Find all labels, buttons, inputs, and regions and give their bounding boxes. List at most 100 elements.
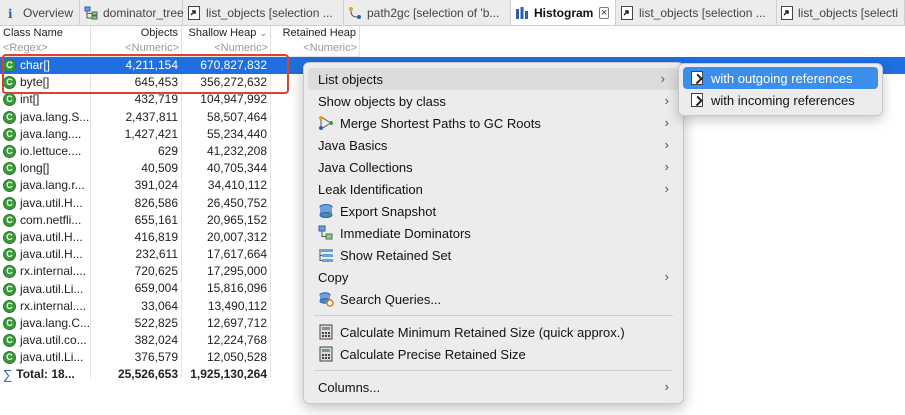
shallow-heap-cell: 20,007,312: [206, 229, 267, 244]
menu-item-label: Java Collections: [318, 159, 413, 175]
chevron-right-icon: ›: [664, 181, 669, 196]
menu-item-label: Leak Identification: [318, 181, 423, 197]
class-icon: C: [3, 351, 16, 365]
menu-item-label: Show Retained Set: [340, 247, 452, 263]
calculator-icon: [318, 346, 334, 362]
list-icon: [620, 6, 634, 20]
outgoing-references-icon: [691, 71, 703, 85]
menu-item-merge-shortest-paths[interactable]: Merge Shortest Paths to GC Roots ›: [304, 112, 683, 134]
class-name-cell: Clong[]: [0, 160, 91, 177]
class-icon: C: [3, 110, 16, 124]
class-icon: C: [3, 179, 16, 193]
tab-label: list_objects [selecti: [798, 6, 899, 20]
menu-item-leak-identification[interactable]: Leak Identification ›: [304, 178, 683, 200]
menu-item-label: Calculate Minimum Retained Size (quick a…: [340, 324, 625, 340]
class-name: java.util.H...: [20, 247, 83, 262]
column-header-shallow-heap[interactable]: Shallow Heap ⌄: [182, 26, 271, 40]
tab-label: list_objects [selection ...: [206, 6, 333, 20]
shallow-heap-cell: 13,490,112: [207, 298, 267, 313]
list-icon: [187, 6, 201, 20]
objects-cell: 391,024: [134, 178, 178, 193]
class-name-cell: Cjava.lang.S...: [0, 109, 91, 126]
path-icon: [348, 6, 362, 20]
shallow-heap-cell: 55,234,440: [206, 126, 267, 141]
menu-item-label: Columns...: [318, 379, 381, 395]
shallow-heap-cell: 12,224,768: [206, 333, 267, 347]
tab-label: list_objects [selection ...: [639, 6, 766, 20]
menu-item-list-objects[interactable]: List objects ›: [308, 68, 679, 90]
tab-list-objects-2[interactable]: list_objects [selection ...: [616, 0, 777, 25]
total-objects-cell: 25,526,653: [117, 367, 178, 382]
menu-item-show-retained-set[interactable]: Show Retained Set: [304, 244, 683, 266]
submenu-item-outgoing-references[interactable]: with outgoing references: [683, 67, 878, 89]
column-header-class-name[interactable]: Class Name: [0, 26, 91, 40]
shallow-heap-cell: 17,617,664: [206, 247, 267, 262]
shallow-heap-cell: 41,232,208: [206, 143, 267, 158]
sort-desc-icon: ⌄: [259, 28, 267, 38]
class-name: rx.internal....: [20, 298, 87, 313]
class-name: java.util.H...: [20, 229, 83, 244]
tab-label: path2gc [selection of 'b...: [367, 6, 500, 20]
objects-cell: 40,509: [141, 161, 178, 176]
tab-dominator-tree[interactable]: dominator_tree: [80, 0, 184, 25]
menu-item-label: Java Basics: [318, 137, 388, 153]
shallow-heap-cell: 58,507,464: [206, 109, 267, 124]
submenu-item-incoming-references[interactable]: with incoming references: [683, 89, 878, 111]
highlight-box: [2, 54, 289, 94]
chevron-right-icon: ›: [664, 269, 669, 284]
class-name: java.lang....: [20, 126, 82, 141]
submenu-item-label: with incoming references: [711, 92, 855, 108]
menu-item-copy[interactable]: Copy ›: [304, 266, 683, 288]
column-header-objects[interactable]: Objects: [91, 26, 182, 40]
column-header-retained-heap[interactable]: Retained Heap: [271, 26, 360, 40]
tab-label: dominator_tree: [103, 6, 184, 20]
class-icon: C: [3, 299, 16, 313]
objects-cell: 232,611: [135, 247, 179, 262]
class-name-cell: Cjava.util.Li...: [0, 280, 91, 297]
class-name-cell: Cjava.lang.r...: [0, 177, 91, 194]
objects-cell: 382,024: [134, 333, 178, 347]
menu-item-label: Calculate Precise Retained Size: [340, 346, 526, 362]
objects-cell: 655,161: [134, 212, 178, 227]
class-icon: C: [3, 196, 16, 210]
menu-item-immediate-dominators[interactable]: Immediate Dominators: [304, 222, 683, 244]
histogram-icon: [515, 6, 529, 20]
merge-paths-icon: [318, 115, 334, 131]
class-name: long[]: [20, 161, 50, 176]
menu-item-java-collections[interactable]: Java Collections ›: [304, 156, 683, 178]
tab-path2gc[interactable]: path2gc [selection of 'b...: [344, 0, 511, 25]
tab-list-objects-1[interactable]: list_objects [selection ...: [183, 0, 344, 25]
editor-tab-bar: i Overview dominator_tree list_objects […: [0, 0, 905, 26]
menu-item-calculate-precise-retained[interactable]: Calculate Precise Retained Size: [304, 343, 683, 365]
menu-item-calculate-min-retained[interactable]: Calculate Minimum Retained Size (quick a…: [304, 321, 683, 343]
menu-item-columns[interactable]: Columns... ›: [304, 376, 683, 398]
menu-separator: [314, 315, 673, 316]
class-name: int[]: [20, 92, 40, 107]
class-name: java.util.H...: [20, 195, 83, 210]
class-name-cell: Cjava.util.H...: [0, 246, 91, 263]
class-name: rx.internal....: [20, 264, 87, 279]
menu-item-search-queries[interactable]: Search Queries...: [304, 288, 683, 310]
menu-item-export-snapshot[interactable]: Export Snapshot: [304, 200, 683, 222]
list-objects-submenu: with outgoing references with incoming r…: [678, 63, 883, 116]
sum-icon: ∑: [3, 367, 13, 383]
class-name-cell: Cjava.util.H...: [0, 195, 91, 212]
total-shallow-cell: 1,925,130,264: [190, 367, 267, 382]
table-header: Class Name Objects Shallow Heap ⌄ Retain…: [0, 26, 360, 40]
tab-list-objects-3[interactable]: list_objects [selecti: [777, 0, 905, 25]
submenu-item-label: with outgoing references: [711, 70, 853, 86]
export-snapshot-icon: [318, 203, 334, 219]
objects-cell: 522,825: [134, 315, 178, 330]
close-icon[interactable]: ×: [599, 7, 609, 19]
shallow-heap-cell: 17,295,000: [206, 264, 267, 279]
chevron-right-icon: ›: [664, 137, 669, 152]
menu-item-java-basics[interactable]: Java Basics ›: [304, 134, 683, 156]
class-icon: C: [3, 93, 16, 107]
menu-item-label: Export Snapshot: [340, 203, 437, 219]
menu-item-label: Show objects by class: [318, 93, 446, 109]
class-name-cell: Cio.lettuce....: [0, 143, 91, 160]
menu-item-show-objects-by-class[interactable]: Show objects by class ›: [304, 90, 683, 112]
tab-overview[interactable]: i Overview: [0, 0, 80, 25]
tab-histogram[interactable]: Histogram ×: [511, 0, 616, 25]
class-icon: C: [3, 334, 16, 348]
